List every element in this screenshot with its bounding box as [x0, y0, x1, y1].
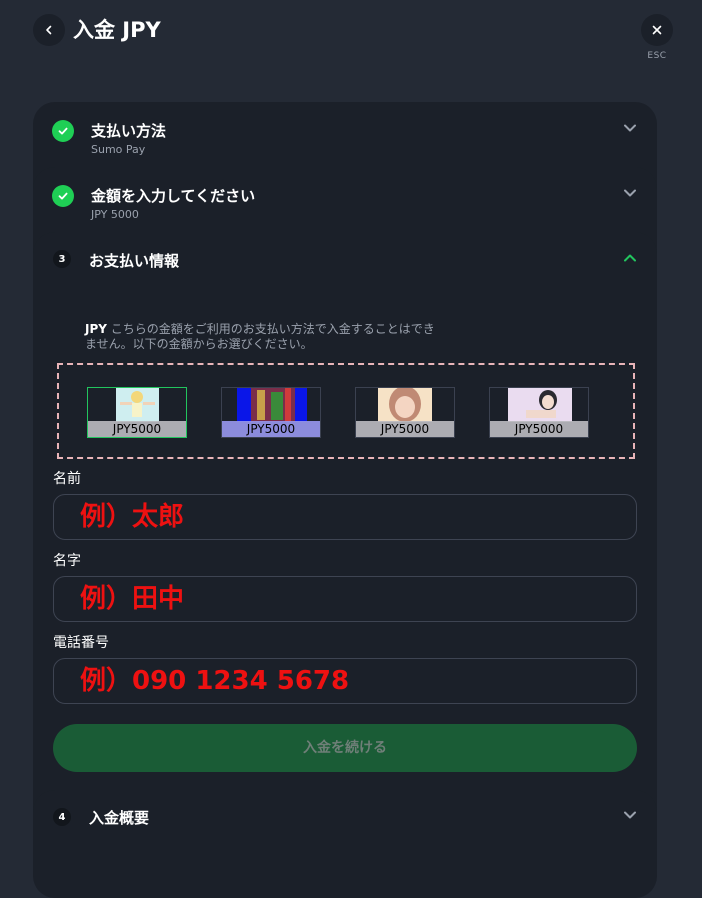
step-title: 金額を入力してください — [91, 187, 256, 205]
option-thumbnail — [508, 388, 572, 422]
option-thumbnail — [116, 388, 159, 422]
amount-option[interactable]: JPY5000 — [87, 387, 187, 438]
close-icon — [652, 25, 662, 35]
step-subtitle: JPY 5000 — [91, 208, 139, 221]
step-number-badge: 4 — [53, 808, 71, 826]
continue-deposit-button[interactable]: 入金を続ける — [53, 724, 637, 772]
last-name-label: 名字 — [53, 553, 81, 569]
chevron-left-icon — [46, 25, 52, 35]
amount-option[interactable]: JPY5000 — [489, 387, 589, 438]
first-name-label: 名前 — [53, 471, 81, 487]
option-price: JPY5000 — [356, 421, 454, 437]
esc-label: ESC — [647, 51, 667, 61]
last-name-input[interactable] — [53, 576, 637, 622]
currency-code: JPY — [85, 322, 107, 336]
chevron-down-icon[interactable] — [622, 807, 638, 823]
chevron-down-icon[interactable] — [622, 120, 638, 136]
amount-option[interactable]: JPY5000 — [221, 387, 321, 438]
check-circle-icon — [52, 185, 74, 207]
step-subtitle: Sumo Pay — [91, 143, 146, 156]
back-button[interactable] — [33, 14, 65, 46]
option-price: JPY5000 — [88, 421, 186, 437]
step-title: お支払い情報 — [89, 252, 180, 270]
option-price: JPY5000 — [222, 421, 320, 437]
amount-option[interactable]: JPY5000 — [355, 387, 455, 438]
first-name-input[interactable] — [53, 494, 637, 540]
notice-text: こちらの金額をご利用のお支払い方法で入金することはできません。以下の金額からお選… — [85, 322, 435, 351]
step-payment-info: 3 お支払い情報 JPY こちらの金額をご利用のお支払い方法で入金することはでき… — [33, 232, 657, 832]
step-number-badge: 3 — [53, 250, 71, 268]
option-price: JPY5000 — [490, 421, 588, 437]
page-title: 入金 JPY — [73, 18, 161, 42]
amount-notice: JPY こちらの金額をご利用のお支払い方法で入金することはできません。以下の金額… — [85, 322, 445, 352]
option-thumbnail — [378, 388, 432, 422]
step-title: 入金概要 — [89, 809, 150, 827]
step-deposit-summary[interactable]: 4 入金概要 — [33, 790, 657, 898]
amount-options: JPY5000 JPY5000 JPY5000 JPY5000 — [57, 363, 635, 459]
chevron-down-icon[interactable] — [622, 185, 638, 201]
step-title: 支払い方法 — [91, 122, 167, 140]
check-circle-icon — [52, 120, 74, 142]
phone-label: 電話番号 — [53, 635, 109, 651]
close-button[interactable] — [641, 14, 673, 46]
phone-input[interactable] — [53, 658, 637, 704]
chevron-up-icon[interactable] — [622, 250, 638, 266]
option-thumbnail — [237, 388, 307, 422]
